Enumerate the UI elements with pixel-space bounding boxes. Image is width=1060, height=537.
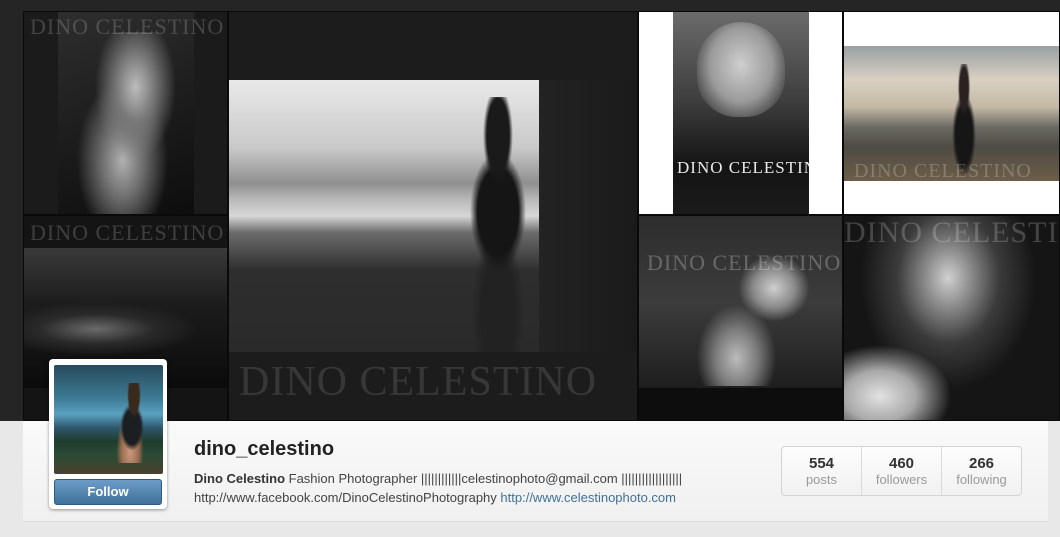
stat-posts-count: 554 — [808, 455, 835, 472]
stat-posts-label: posts — [805, 472, 838, 487]
cover-photo-mosaic: DINO CELESTINO DINO CELESTINO DINO CELES… — [23, 11, 1060, 421]
watermark-text: DINO CELESTINO — [854, 160, 1032, 182]
follow-button[interactable]: Follow — [54, 479, 162, 505]
photo-tile-large[interactable]: DINO CELESTINO — [228, 11, 638, 421]
stat-following[interactable]: 266 following — [942, 447, 1021, 495]
stat-posts[interactable]: 554 posts — [782, 447, 862, 495]
watermark-text: DINO CELESTINO — [844, 216, 1059, 249]
watermark-text: DINO CELESTINO — [30, 220, 225, 245]
stat-followers-label: followers — [875, 472, 928, 487]
profile-avatar-card: Follow — [49, 359, 167, 509]
watermark-text: DINO CELESTINO — [677, 158, 831, 177]
watermark-text: DINO CELESTINO — [239, 359, 598, 405]
username: dino_celestino — [194, 438, 335, 460]
photo-tile-1[interactable]: DINO CELESTINO — [23, 11, 228, 215]
watermark-text: DINO CELESTINO — [30, 14, 225, 39]
stat-followers-count: 460 — [888, 455, 915, 472]
bio-text: Fashion Photographer ||||||||||||celesti… — [288, 471, 683, 486]
stat-following-label: following — [956, 472, 1007, 487]
photo-tile-6[interactable]: DINO CELESTINO — [843, 215, 1060, 421]
avatar[interactable] — [54, 365, 163, 474]
profile-stats: 554 posts 460 followers 266 following — [781, 446, 1022, 496]
stat-following-count: 266 — [968, 455, 995, 472]
profile-bio: Dino Celestino Fashion Photographer ||||… — [194, 469, 754, 507]
full-name: Dino Celestino — [194, 471, 286, 486]
photo-tile-3[interactable]: DINO CELESTINO — [638, 11, 843, 215]
photo-tile-4[interactable]: DINO CELESTINO — [843, 11, 1060, 215]
watermark-text: DINO CELESTINO — [647, 250, 842, 275]
website-link[interactable]: http://www.celestinophoto.com — [500, 490, 676, 505]
photo-tile-5[interactable]: DINO CELESTINO — [638, 215, 843, 421]
stat-followers[interactable]: 460 followers — [862, 447, 942, 495]
facebook-link-text: http://www.facebook.com/DinoCelestinoPho… — [194, 490, 497, 505]
